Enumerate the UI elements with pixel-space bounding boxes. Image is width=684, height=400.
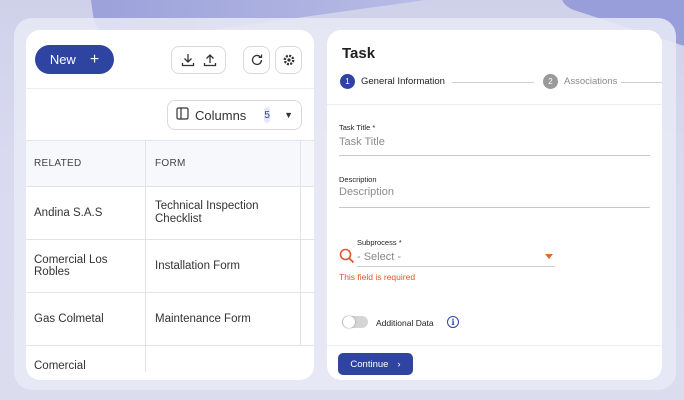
stepper-divider xyxy=(327,104,662,105)
task-title-label: Task Title * xyxy=(339,123,376,132)
table-row[interactable]: Andina S.A.S Technical Inspection Checkl… xyxy=(26,187,314,240)
columns-label: Columns xyxy=(195,107,247,123)
continue-button[interactable]: Continue › xyxy=(338,353,413,375)
cell-form: Technical Inspection Checklist xyxy=(146,187,301,239)
step-number: 2 xyxy=(543,74,558,89)
step-connector xyxy=(621,82,662,83)
cell-related: Comercial xyxy=(26,346,146,372)
columns-icon xyxy=(176,107,189,123)
additional-data-toggle[interactable] xyxy=(342,316,368,328)
plus-icon: + xyxy=(89,50,100,68)
form-title: Task xyxy=(342,45,376,62)
cell-form: Installation Form xyxy=(146,240,301,292)
toolbar-divider xyxy=(26,88,314,89)
chevron-right-icon: › xyxy=(397,358,401,370)
column-header-related[interactable]: RELATED xyxy=(26,141,146,186)
search-icon[interactable] xyxy=(339,248,355,269)
chevron-down-icon: ▼ xyxy=(284,110,293,120)
import-export-group xyxy=(171,46,226,74)
column-header-form[interactable]: FORM xyxy=(146,141,301,186)
cell-related: Comercial Los Robles xyxy=(26,240,146,292)
chevron-down-icon[interactable] xyxy=(545,254,553,259)
table-header-row: RELATED FORM xyxy=(26,141,314,187)
gear-icon xyxy=(282,53,296,67)
download-icon[interactable] xyxy=(181,53,195,67)
step-connector xyxy=(452,82,534,83)
task-title-underline xyxy=(339,155,650,156)
subprocess-underline xyxy=(357,266,555,267)
info-icon[interactable]: i xyxy=(447,316,459,328)
description-label: Description xyxy=(339,175,377,184)
subprocess-select[interactable]: - Select - xyxy=(357,251,401,263)
additional-data-label: Additional Data xyxy=(376,318,434,328)
step-label: General Information xyxy=(361,76,445,87)
description-input[interactable]: Description xyxy=(339,186,394,198)
settings-button[interactable] xyxy=(275,46,302,74)
records-panel: New + Columns 5 ▼ RELATED FORM Andina S.… xyxy=(26,30,314,380)
cell-related: Gas Colmetal xyxy=(26,293,146,345)
cell-form: Maintenance Form xyxy=(146,293,301,345)
table-row[interactable]: Comercial Los Robles Installation Form xyxy=(26,240,314,293)
table-row[interactable]: Comercial xyxy=(26,346,314,380)
subprocess-error: This field is required xyxy=(339,272,416,282)
description-underline xyxy=(339,207,650,208)
subprocess-label: Subprocess * xyxy=(357,238,402,247)
step-associations[interactable]: 2 Associations xyxy=(543,74,617,89)
new-button[interactable]: New + xyxy=(35,45,114,74)
step-label: Associations xyxy=(564,76,618,87)
task-form-panel: Task 1 General Information 2 Association… xyxy=(327,30,662,380)
new-button-label: New xyxy=(49,52,76,67)
footer-divider xyxy=(327,345,662,346)
columns-button[interactable]: Columns 5 ▼ xyxy=(167,100,302,130)
records-table: RELATED FORM Andina S.A.S Technical Insp… xyxy=(26,140,314,380)
columns-count-badge: 5 xyxy=(264,107,271,123)
continue-label: Continue xyxy=(350,358,389,370)
refresh-icon xyxy=(250,53,264,67)
step-general-information[interactable]: 1 General Information xyxy=(340,74,445,89)
refresh-button[interactable] xyxy=(243,46,270,74)
upload-icon[interactable] xyxy=(203,53,217,67)
cell-related: Andina S.A.S xyxy=(26,187,146,239)
step-number: 1 xyxy=(340,74,355,89)
task-title-input[interactable]: Task Title xyxy=(339,136,385,148)
table-row[interactable]: Gas Colmetal Maintenance Form xyxy=(26,293,314,346)
